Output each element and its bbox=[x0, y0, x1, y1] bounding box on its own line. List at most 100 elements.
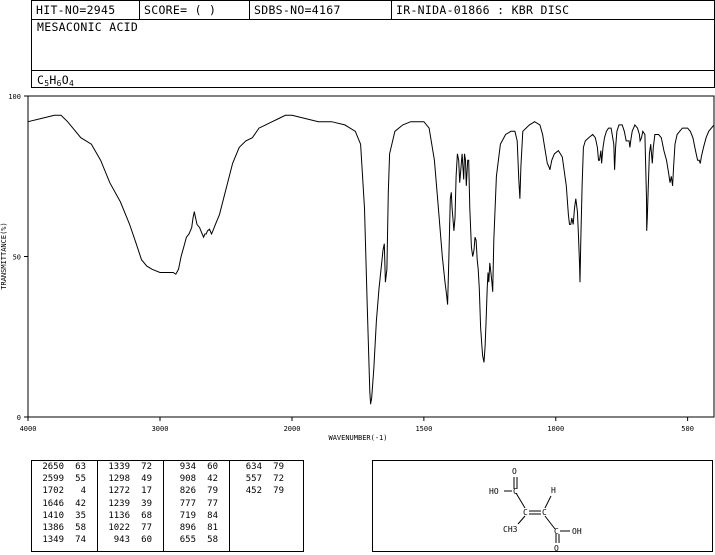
peak-row bbox=[230, 498, 301, 510]
peak-transmittance bbox=[262, 498, 284, 510]
peak-wavenumber: 826 bbox=[179, 486, 196, 497]
peak-row: 1386 58 bbox=[32, 522, 97, 534]
spectrum-line bbox=[27, 114, 715, 405]
peak-wavenumber: 1410 bbox=[42, 510, 64, 521]
x-tick-label: 3000 bbox=[152, 425, 169, 433]
peak-wavenumber bbox=[230, 534, 262, 546]
peak-wavenumber: 1646 bbox=[42, 498, 64, 509]
peak-transmittance: 58 bbox=[75, 522, 86, 533]
peak-row: 896 81 bbox=[164, 522, 229, 534]
atom-ho: HO bbox=[489, 487, 499, 496]
plot-frame bbox=[27, 95, 715, 418]
peak-transmittance: 74 bbox=[75, 535, 86, 546]
peak-wavenumber: 1386 bbox=[42, 522, 64, 533]
peak-wavenumber: 934 bbox=[179, 462, 196, 472]
atom-ch3: CH3 bbox=[503, 525, 518, 534]
x-tick-label: 4000 bbox=[20, 425, 37, 433]
peak-wavenumber: 943 bbox=[113, 535, 130, 546]
atom-o-top: O bbox=[512, 467, 517, 476]
x-axis-label: WAVENUMBER(-1) bbox=[328, 434, 387, 442]
peak-transmittance: 77 bbox=[207, 498, 218, 509]
peak-row bbox=[230, 534, 301, 546]
peak-row bbox=[230, 522, 301, 534]
peak-wavenumber: 777 bbox=[179, 498, 196, 509]
peak-transmittance: 63 bbox=[75, 462, 86, 472]
peak-table-column: 934 60 908 42 826 79 777 77 719 84 896 81 655 58 bbox=[164, 461, 230, 551]
peak-row: 2650 63 bbox=[32, 461, 97, 473]
peak-table: 2650 63 2599 55 1702 4 1646 42 1410 35 1386 58 1349 7… bbox=[31, 460, 304, 552]
peak-row: 452 79 bbox=[230, 485, 301, 497]
peak-wavenumber: 719 bbox=[179, 510, 196, 521]
peak-table-column: 634 79 557 72 452 79 bbox=[230, 461, 301, 551]
peak-row: 2599 55 bbox=[32, 473, 97, 485]
peak-table-column: 2650 63 2599 55 1702 4 1646 42 1410 35 1386 58 1349 7… bbox=[32, 461, 98, 551]
x-tick-label: 2000 bbox=[284, 425, 301, 433]
peak-transmittance: 35 bbox=[75, 510, 86, 521]
peak-wavenumber bbox=[230, 522, 262, 534]
peak-row: 826 79 bbox=[164, 485, 229, 497]
peak-transmittance: 42 bbox=[75, 498, 86, 509]
peak-transmittance: 79 bbox=[273, 462, 284, 472]
peak-transmittance: 68 bbox=[141, 510, 152, 521]
peak-row: 1272 17 bbox=[98, 485, 163, 497]
bond-c-h bbox=[544, 495, 552, 509]
peak-wavenumber: 557 bbox=[245, 474, 262, 485]
peak-transmittance: 60 bbox=[141, 535, 152, 546]
peak-wavenumber: 1298 bbox=[108, 474, 130, 485]
peak-row: 655 58 bbox=[164, 534, 229, 546]
peak-transmittance: 39 bbox=[141, 498, 152, 509]
peak-transmittance: 72 bbox=[141, 462, 152, 472]
peak-transmittance: 77 bbox=[141, 522, 152, 533]
y-tick-label: 0 bbox=[17, 414, 21, 422]
y-tick-label: 50 bbox=[13, 254, 21, 262]
peak-row: 943 60 bbox=[98, 534, 163, 546]
structure-box: O HO C H C C CH3 C OH O bbox=[372, 460, 713, 553]
peak-transmittance: 81 bbox=[207, 522, 218, 533]
peak-wavenumber bbox=[230, 498, 262, 510]
peak-transmittance bbox=[262, 534, 284, 546]
peak-transmittance: 55 bbox=[75, 474, 86, 485]
peak-transmittance: 72 bbox=[273, 474, 284, 485]
peak-row: 1646 42 bbox=[32, 498, 97, 510]
atom-c2: C bbox=[523, 508, 528, 517]
peak-wavenumber: 1136 bbox=[108, 510, 130, 521]
y-axis-label: TRANSMITTANCE(%) bbox=[0, 222, 8, 289]
peak-wavenumber: 1272 bbox=[108, 486, 130, 497]
peak-transmittance: 58 bbox=[207, 535, 218, 546]
peak-wavenumber: 2650 bbox=[42, 462, 64, 472]
peak-transmittance bbox=[262, 510, 284, 522]
atom-c1: C bbox=[513, 487, 518, 496]
atom-oh: OH bbox=[572, 527, 582, 536]
peak-transmittance: 4 bbox=[80, 486, 86, 497]
peak-wavenumber: 452 bbox=[245, 486, 262, 497]
peak-row: 1702 4 bbox=[32, 485, 97, 497]
atom-c4: C bbox=[554, 527, 559, 536]
bond-c-ch3 bbox=[517, 515, 526, 525]
atom-c3: C bbox=[542, 508, 547, 517]
peak-row: 1022 77 bbox=[98, 522, 163, 534]
peak-wavenumber bbox=[230, 510, 262, 522]
peak-row: 1136 68 bbox=[98, 510, 163, 522]
peak-wavenumber: 1339 bbox=[108, 462, 130, 472]
peak-row: 1349 74 bbox=[32, 534, 97, 546]
peak-wavenumber: 634 bbox=[245, 462, 262, 472]
peak-wavenumber: 1239 bbox=[108, 498, 130, 509]
peak-transmittance: 42 bbox=[207, 474, 218, 485]
peak-row: 634 79 bbox=[230, 461, 301, 473]
peak-row: 908 42 bbox=[164, 473, 229, 485]
peak-transmittance: 17 bbox=[141, 486, 152, 497]
peak-table-column: 1339 72 1298 49 1272 17 1239 39 1136 68 1022 77 943 6… bbox=[98, 461, 164, 551]
peak-row: 1298 49 bbox=[98, 473, 163, 485]
x-tick-label: 500 bbox=[681, 425, 694, 433]
ir-spectrum-chart: 100500 4000 3000 2000 1500 1000 500 TRANSMITT… bbox=[0, 93, 715, 442]
peak-row: 1239 39 bbox=[98, 498, 163, 510]
x-tick-label: 1500 bbox=[415, 425, 432, 433]
peak-row bbox=[230, 510, 301, 522]
peak-row: 1339 72 bbox=[98, 461, 163, 473]
peak-wavenumber: 1702 bbox=[42, 486, 64, 497]
atom-o-bottom: O bbox=[554, 544, 559, 551]
x-axis: 4000 3000 2000 1500 1000 500 bbox=[20, 417, 694, 433]
peak-wavenumber: 1022 bbox=[108, 522, 130, 533]
peak-wavenumber: 2599 bbox=[42, 474, 64, 485]
atom-h: H bbox=[551, 486, 556, 495]
